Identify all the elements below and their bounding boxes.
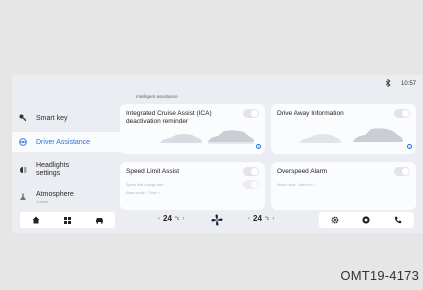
headlight-icon xyxy=(19,166,27,174)
temp-unit: °c xyxy=(264,215,270,222)
card-title: Overspeed Alarm xyxy=(277,168,328,175)
temp-value: 24 xyxy=(163,214,172,223)
info-icon[interactable]: i xyxy=(407,144,412,149)
figure-code: OMT19-4173 xyxy=(340,268,419,283)
settings-gear-icon[interactable] xyxy=(329,214,341,226)
dock-left-group xyxy=(20,212,115,228)
sidebar-item-label: Driver Assistance xyxy=(36,138,91,146)
card-title: Integrated Cruise Assist (ICA) deactivat… xyxy=(126,110,212,125)
bluetooth-icon xyxy=(385,78,391,89)
temp-unit: °c xyxy=(174,215,180,222)
overspeed-toggle[interactable] xyxy=(394,167,410,176)
temp-decrease-icon[interactable]: ‹ xyxy=(158,216,160,222)
ica-card[interactable]: Integrated Cruise Assist (ICA) deactivat… xyxy=(120,104,265,154)
faint-text: Alarm value · Alarm on > xyxy=(277,183,316,187)
sidebar-item-label: Atmosphere xyxy=(36,190,74,198)
drive-away-toggle[interactable] xyxy=(394,109,410,118)
sidebar: Smart key Driver Assistance Headlights s… xyxy=(12,105,124,213)
right-temperature[interactable]: ‹ 24 °c › xyxy=(248,214,274,223)
card-title: Drive Away Information xyxy=(277,110,344,117)
speed-limit-change-toggle[interactable] xyxy=(243,180,259,189)
fan-icon[interactable] xyxy=(209,212,225,228)
sidebar-item-sublabel: 1 color xyxy=(36,198,49,204)
temp-decrease-icon[interactable]: ‹ xyxy=(248,216,250,222)
card-title: Speed Limit Assist xyxy=(126,168,180,175)
temp-increase-icon[interactable]: › xyxy=(182,216,184,222)
faint-text: Alarm mode · Close > xyxy=(126,191,160,195)
dock-right-group xyxy=(319,212,414,228)
sidebar-item-smart-key[interactable]: Smart key xyxy=(12,109,124,127)
faint-text: Speed limit change alert xyxy=(126,183,164,187)
drive-away-card[interactable]: Drive Away Information i xyxy=(271,104,416,154)
speed-limit-toggle[interactable] xyxy=(243,167,259,176)
key-icon xyxy=(19,114,27,122)
sidebar-item-label: Smart key xyxy=(36,114,68,122)
sidebar-item-headlights[interactable]: Headlights settings xyxy=(12,160,124,180)
status-bar: 10:57 xyxy=(385,78,416,89)
sidebar-item-driver-assistance[interactable]: Driver Assistance xyxy=(12,132,124,152)
ica-toggle[interactable] xyxy=(243,109,259,118)
speed-limit-card[interactable]: Speed Limit Assist Speed limit change al… xyxy=(120,162,265,210)
left-temperature[interactable]: ‹ 24 °c › xyxy=(158,214,184,223)
temp-value: 24 xyxy=(253,214,262,223)
steering-icon xyxy=(19,138,27,146)
atmosphere-icon xyxy=(19,193,27,201)
phone-icon[interactable] xyxy=(392,214,404,226)
car-illustration-icon xyxy=(299,128,403,143)
temp-increase-icon[interactable]: › xyxy=(272,216,274,222)
info-icon[interactable]: i xyxy=(256,144,261,149)
media-disc-icon[interactable] xyxy=(360,214,372,226)
section-title: Intelligent assistance xyxy=(136,94,178,99)
sidebar-item-label: Headlights settings xyxy=(36,162,70,177)
overspeed-card[interactable]: Overspeed Alarm Alarm value · Alarm on > xyxy=(271,162,416,210)
bottom-dock: ‹ 24 °c › ‹ 24 °c › xyxy=(12,211,422,229)
clock: 10:57 xyxy=(400,81,416,87)
sidebar-item-atmosphere[interactable]: Atmosphere 1 color xyxy=(12,187,124,207)
apps-grid-icon[interactable] xyxy=(61,214,73,226)
home-icon[interactable] xyxy=(30,214,42,226)
car-illustration-icon xyxy=(160,130,254,144)
infotainment-screen: 10:57 Intelligent assistance Smart key D… xyxy=(12,75,422,233)
car-icon[interactable] xyxy=(93,214,105,226)
